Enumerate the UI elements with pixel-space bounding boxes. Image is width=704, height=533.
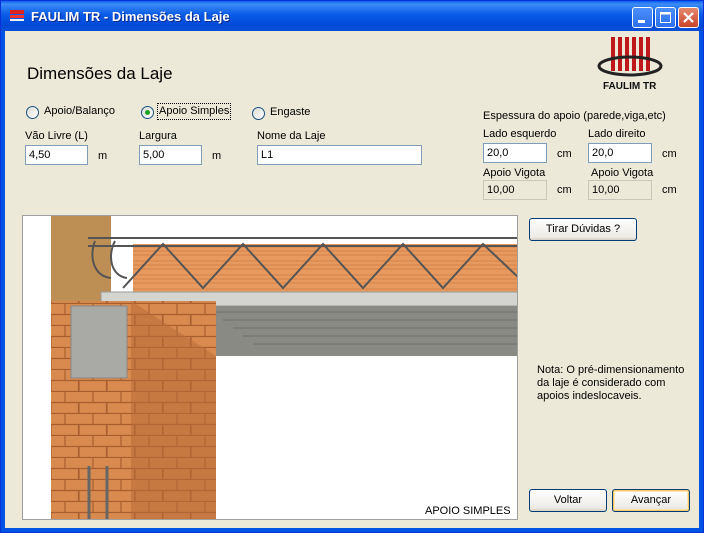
nome-laje-label: Nome da Laje bbox=[257, 130, 326, 142]
dialog-body: Dimensões da Laje FAULIM TR Apoio/Balanç… bbox=[5, 31, 699, 528]
largura-unit: m bbox=[212, 150, 222, 162]
nome-laje-input[interactable]: L1 bbox=[257, 145, 422, 165]
radio-label: Apoio Simples bbox=[159, 105, 230, 117]
radio-circle[interactable] bbox=[26, 106, 39, 119]
minimize-button[interactable] bbox=[632, 7, 653, 28]
vao-livre-input[interactable]: 4,50 bbox=[25, 145, 88, 165]
help-button[interactable]: Tirar Dúvidas ? bbox=[529, 218, 637, 241]
title-bar[interactable]: FAULIM TR - Dimensões da Laje bbox=[1, 1, 703, 31]
right-side-label: Lado direito bbox=[588, 128, 646, 140]
window-title: FAULIM TR - Dimensões da Laje bbox=[31, 9, 230, 24]
vigota-left-value: 10,00 bbox=[483, 180, 547, 200]
page-title: Dimensões da Laje bbox=[27, 64, 173, 83]
logo-text: FAULIM TR bbox=[603, 81, 657, 92]
left-side-label: Lado esquerdo bbox=[483, 128, 557, 140]
app-window: FAULIM TR - Dimensões da Laje Dimensões … bbox=[0, 0, 704, 533]
close-button[interactable] bbox=[678, 7, 699, 28]
vigota-right-value: 10,00 bbox=[588, 180, 652, 200]
largura-input[interactable]: 5,00 bbox=[139, 145, 202, 165]
right-thickness-input[interactable]: 20,0 bbox=[588, 143, 652, 163]
close-icon bbox=[683, 12, 694, 23]
minimize-icon bbox=[638, 20, 645, 23]
note-text: Nota: O pré-dimensionamento da laje é co… bbox=[537, 364, 685, 402]
vigota-left-label: Apoio Vigota bbox=[483, 167, 546, 179]
faulim-logo: FAULIM TR bbox=[597, 35, 667, 95]
illustration-caption: APOIO SIMPLES bbox=[425, 505, 511, 517]
app-icon bbox=[10, 10, 24, 21]
back-label: Voltar bbox=[553, 494, 583, 506]
back-button[interactable]: Voltar bbox=[529, 489, 607, 512]
slab-support-drawing bbox=[51, 216, 517, 519]
vigota-left-unit: cm bbox=[557, 184, 572, 196]
radio-label: Apoio/Balanço bbox=[44, 105, 115, 117]
vigota-right-label: Apoio Vigota bbox=[591, 167, 654, 179]
radio-label: Engaste bbox=[270, 106, 311, 118]
right-thickness-unit: cm bbox=[662, 148, 677, 160]
radio-circle[interactable] bbox=[252, 107, 265, 120]
left-thickness-input[interactable]: 20,0 bbox=[483, 143, 547, 163]
largura-label: Largura bbox=[139, 130, 177, 142]
maximize-button[interactable] bbox=[655, 7, 676, 28]
vao-livre-label: Vão Livre (L) bbox=[25, 130, 88, 142]
slab-illustration: APOIO SIMPLES bbox=[22, 215, 518, 520]
vigota-right-unit: cm bbox=[662, 184, 677, 196]
radio-circle-selected[interactable] bbox=[141, 106, 154, 119]
left-thickness-unit: cm bbox=[557, 148, 572, 160]
next-label: Avançar bbox=[630, 494, 672, 506]
support-thickness-title: Espessura do apoio (parede,viga,etc) bbox=[483, 110, 666, 122]
radio-dot bbox=[145, 110, 150, 115]
vao-livre-unit: m bbox=[98, 150, 108, 162]
maximize-icon bbox=[660, 12, 671, 23]
next-button[interactable]: Avançar bbox=[612, 489, 690, 512]
